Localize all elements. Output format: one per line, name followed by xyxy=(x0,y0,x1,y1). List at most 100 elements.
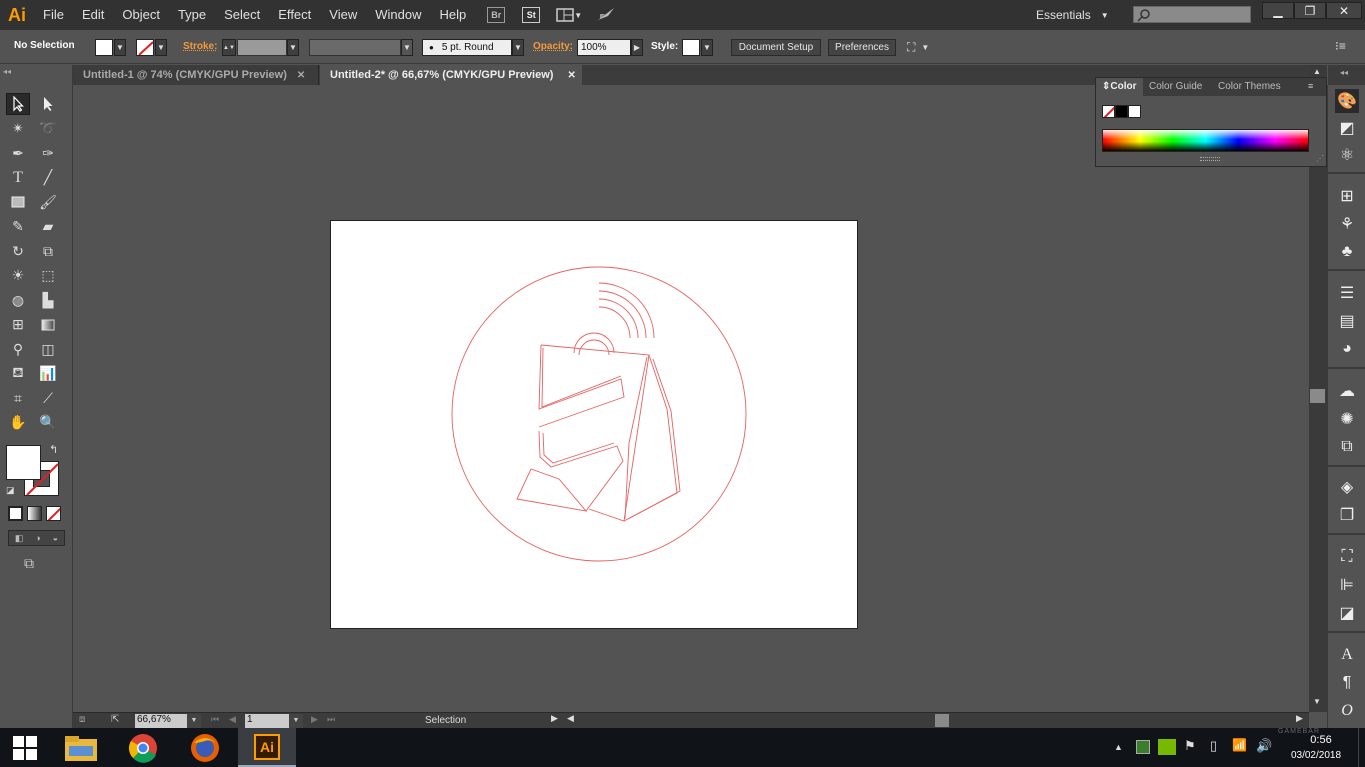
transparency-panel-button[interactable]: ◕ xyxy=(1335,337,1359,361)
magic-wand-tool[interactable]: ✴ xyxy=(6,118,30,140)
mesh-tool[interactable]: ⊞ xyxy=(6,314,30,336)
status-menu-icon[interactable]: ▶ xyxy=(551,713,558,724)
preferences-button[interactable]: Preferences xyxy=(828,39,896,56)
artboard-dropdown[interactable]: ▼ xyxy=(289,714,303,728)
gradient-button[interactable] xyxy=(27,506,42,521)
app-tray-icon[interactable] xyxy=(1136,740,1150,754)
gradient-panel-button[interactable]: ▤ xyxy=(1335,309,1359,333)
firefox-button[interactable] xyxy=(176,728,234,767)
clock-time[interactable]: 0:56 xyxy=(1300,734,1342,746)
stroke-panel-button[interactable]: ☰ xyxy=(1335,281,1359,305)
brush-definition[interactable]: ● 5 pt. Round xyxy=(422,39,512,56)
screen-mode-button[interactable]: ⧉ xyxy=(24,555,34,572)
lasso-tool[interactable]: ➰ xyxy=(36,118,60,140)
scroll-up-icon[interactable]: ▲ xyxy=(1313,67,1321,76)
pathfinder-button[interactable]: ◪ xyxy=(1335,601,1359,625)
menu-effect[interactable]: Effect xyxy=(269,0,320,30)
stroke-weight-dropdown[interactable]: ▼ xyxy=(287,39,299,56)
search-input[interactable] xyxy=(1133,6,1251,23)
tab-color-guide[interactable]: Color Guide xyxy=(1143,78,1208,96)
scroll-left-icon[interactable]: ◀ xyxy=(567,713,574,724)
curvature-tool[interactable]: ✑ xyxy=(36,142,60,164)
show-hidden-icons[interactable]: ▲ xyxy=(1114,742,1123,752)
variable-width-field[interactable] xyxy=(309,39,401,56)
opacity-field[interactable]: 100% xyxy=(577,39,631,56)
workspace-switcher[interactable]: Essentials ▼ xyxy=(1036,6,1122,24)
direct-selection-tool[interactable] xyxy=(36,93,60,115)
brush-dropdown[interactable]: ▼ xyxy=(512,39,524,56)
gradient-tool[interactable] xyxy=(36,314,60,336)
line-tool[interactable]: ╱ xyxy=(36,167,60,189)
opacity-label[interactable]: Opacity: xyxy=(533,41,573,52)
chrome-button[interactable] xyxy=(114,728,172,767)
menu-edit[interactable]: Edit xyxy=(73,0,113,30)
artboard-field[interactable]: 1 xyxy=(245,714,289,728)
tab-untitled-1[interactable]: Untitled-1 @ 74% (CMYK/GPU Preview) ✕ xyxy=(73,65,319,85)
style-swatch[interactable] xyxy=(682,39,700,56)
fill-color-box[interactable] xyxy=(6,445,41,480)
bridge-button[interactable]: Br xyxy=(487,7,506,23)
paintbrush-tool[interactable]: 🖌 xyxy=(36,191,60,213)
scale-tool[interactable]: ⧉ xyxy=(36,240,60,262)
gpu-performance-button[interactable] xyxy=(596,6,616,25)
symbol-sprayer-tool[interactable]: ⛾ xyxy=(6,363,30,385)
last-artboard-icon[interactable]: ⏭ xyxy=(327,714,335,725)
gpu-icon[interactable]: ⧈ xyxy=(79,714,85,725)
pencil-tool[interactable]: ✎ xyxy=(6,216,30,238)
color-panel-button[interactable]: 🎨 xyxy=(1335,89,1359,113)
stroke-swatch[interactable] xyxy=(136,39,154,56)
artboard-tool[interactable]: ⌗ xyxy=(6,387,30,409)
blend-tool[interactable]: ◫ xyxy=(36,338,60,360)
first-artboard-icon[interactable]: ⏮ xyxy=(211,714,219,725)
transform-panel-button[interactable]: ⛶ xyxy=(1335,545,1359,569)
none-button[interactable] xyxy=(46,506,61,521)
tab-color-themes[interactable]: Color Themes xyxy=(1212,78,1287,96)
battery-icon[interactable]: ▯ xyxy=(1210,738,1217,754)
action-flag-icon[interactable]: ⚑ xyxy=(1184,738,1196,754)
tab-untitled-2[interactable]: Untitled-2* @ 66,67% (CMYK/GPU Preview) … xyxy=(320,65,582,85)
minimize-button[interactable]: ▁ xyxy=(1262,2,1294,19)
next-artboard-icon[interactable]: ▶ xyxy=(311,714,318,725)
zoom-dropdown[interactable]: ▼ xyxy=(187,714,201,728)
variable-width-dropdown[interactable]: ▼ xyxy=(401,39,413,56)
horizontal-scroll-thumb[interactable] xyxy=(935,714,949,727)
warp-tool[interactable]: ☀ xyxy=(6,265,30,287)
menu-view[interactable]: View xyxy=(320,0,366,30)
file-explorer-button[interactable] xyxy=(52,728,110,767)
artboards-button[interactable]: ❐ xyxy=(1335,503,1359,527)
style-dropdown[interactable]: ▼ xyxy=(701,39,713,56)
eraser-tool[interactable]: ▰ xyxy=(36,216,60,238)
symbols-button[interactable]: ♣ xyxy=(1335,240,1359,264)
drawing-modes-group[interactable]: ◧ ◑ ◒ xyxy=(8,530,65,546)
scroll-down-icon[interactable]: ▼ xyxy=(1313,697,1321,706)
start-button[interactable] xyxy=(0,728,50,767)
free-transform-tool[interactable]: ⬚ xyxy=(36,265,60,287)
control-menu-button[interactable]: ⁝≡ xyxy=(1335,39,1346,53)
opacity-dropdown[interactable]: ▶ xyxy=(631,39,643,56)
fill-dropdown[interactable]: ▼ xyxy=(114,39,126,56)
zoom-field[interactable]: 66,67% xyxy=(135,714,187,728)
color-spectrum[interactable] xyxy=(1102,129,1309,152)
column-graph-tool[interactable]: 📊 xyxy=(36,363,60,385)
color-themes-button[interactable]: ⚛ xyxy=(1335,143,1359,167)
shopping-bag-logo-artwork[interactable] xyxy=(331,221,859,630)
layers-button[interactable]: ◈ xyxy=(1335,475,1359,499)
close-tab-icon[interactable]: ✕ xyxy=(297,70,305,81)
none-color-swatch[interactable] xyxy=(1102,105,1115,118)
menu-help[interactable]: Help xyxy=(430,0,475,30)
hand-tool[interactable]: ✋ xyxy=(6,412,30,434)
illustrator-taskbar-button[interactable]: Ai xyxy=(238,728,296,767)
panel-menu-icon[interactable]: ≡ xyxy=(1308,81,1313,91)
pen-tool[interactable]: ✒ xyxy=(6,142,30,164)
color-guide-button[interactable]: ◩ xyxy=(1335,116,1359,140)
menu-type[interactable]: Type xyxy=(169,0,215,30)
menu-window[interactable]: Window xyxy=(366,0,430,30)
network-icon[interactable]: 📶 xyxy=(1232,738,1247,752)
libraries-button[interactable]: ☁ xyxy=(1335,379,1359,403)
zoom-tool[interactable]: 🔍 xyxy=(36,412,60,434)
menu-file[interactable]: File xyxy=(34,0,73,30)
opentype-button[interactable]: O xyxy=(1335,699,1359,723)
expand-panels-icon[interactable]: ◂◂ xyxy=(1340,68,1348,77)
stroke-dropdown[interactable]: ▼ xyxy=(155,39,167,56)
show-desktop-button[interactable] xyxy=(1358,728,1365,767)
